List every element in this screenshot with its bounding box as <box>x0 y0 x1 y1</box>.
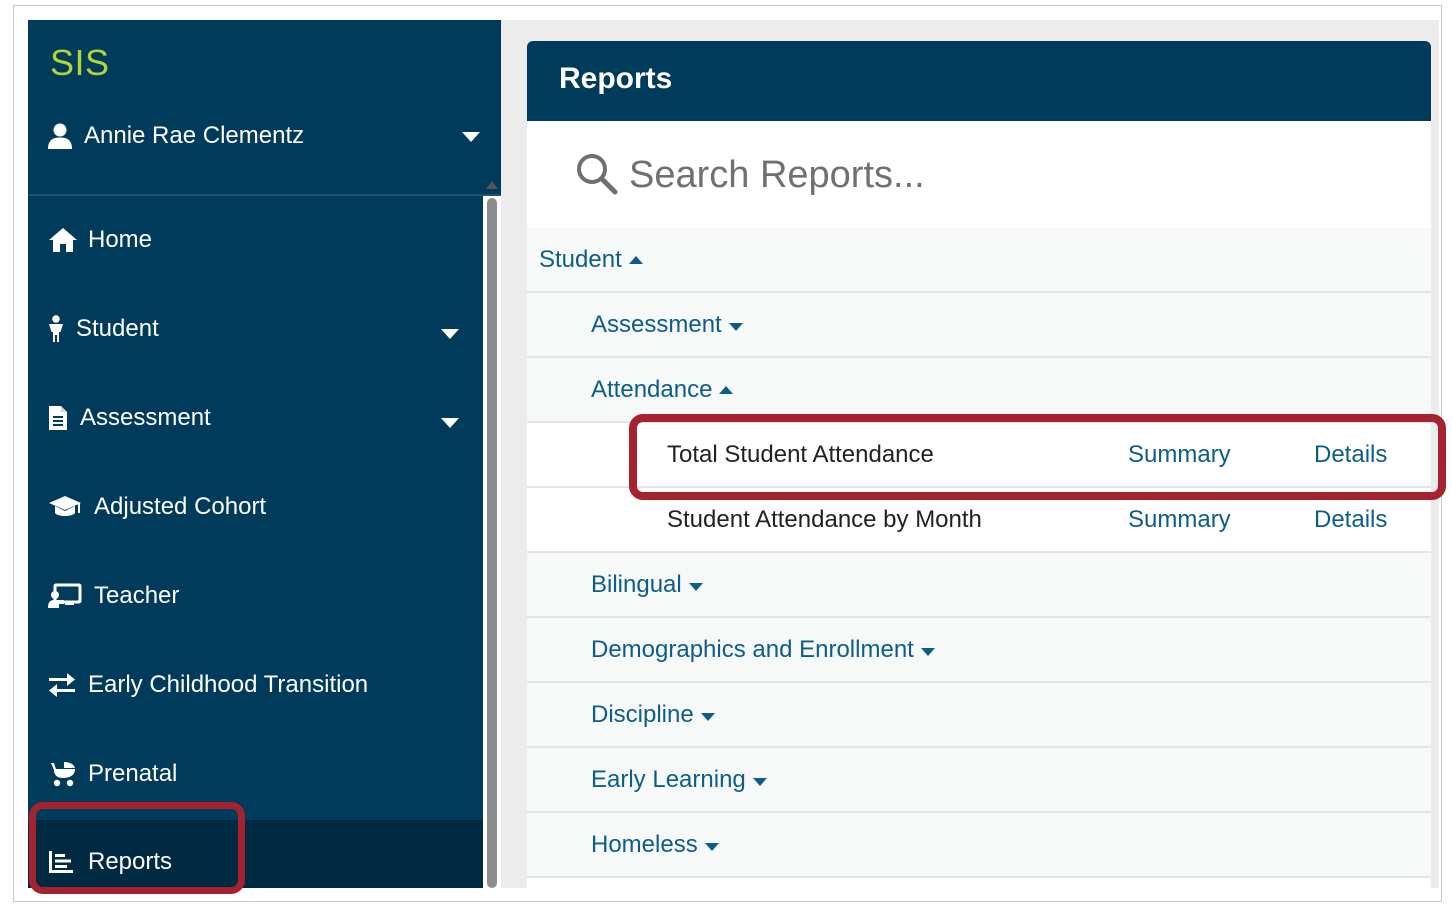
caret-down-icon <box>752 777 767 786</box>
total-attendance-highlight-annotation <box>629 414 1446 500</box>
graduation-cap-icon <box>48 492 86 522</box>
page-title: Reports <box>559 62 673 95</box>
brand-logo[interactable]: SIS <box>50 42 110 84</box>
home-icon <box>48 225 80 255</box>
report-details-link[interactable]: Details <box>1314 506 1387 534</box>
tree-group-label[interactable]: Attendance <box>591 376 734 404</box>
tree-group-label[interactable]: Assessment <box>591 311 743 339</box>
search-input[interactable] <box>627 148 1331 202</box>
sidebar-item-label: Prenatal <box>88 760 178 787</box>
sidebar-item-label: Assessment <box>80 404 211 431</box>
sidebar-nav: Home Student Assessment Adjusted Cohort … <box>28 196 483 888</box>
sidebar-item-label: Adjusted Cohort <box>94 493 267 520</box>
caret-down-icon <box>728 322 743 331</box>
sidebar: SIS Annie Rae Clementz Home Student Asse… <box>28 20 501 888</box>
sidebar-item-teacher[interactable]: Teacher <box>28 552 483 640</box>
group-label-text: Demographics and Enrollment <box>591 636 914 663</box>
sidebar-item-label: Teacher <box>94 582 180 609</box>
tree-group-label[interactable]: Discipline <box>591 701 715 729</box>
chevron-down-icon[interactable] <box>441 408 459 436</box>
sidebar-item-label: Student <box>76 315 159 342</box>
chevron-down-icon[interactable] <box>441 319 459 347</box>
caret-down-icon <box>688 582 703 591</box>
category-label-text: Student <box>539 246 622 273</box>
tree-group-early-learning[interactable]: Early Learning <box>527 748 1431 813</box>
group-label-text: Assessment <box>591 311 722 338</box>
tree-group-assessment[interactable]: Assessment <box>527 293 1431 358</box>
tree-group-label[interactable]: Bilingual <box>591 571 703 599</box>
sidebar-scrollbar-thumb[interactable] <box>487 198 497 888</box>
caret-down-icon <box>704 842 719 851</box>
tree-category-label[interactable]: Student <box>539 246 643 274</box>
panel-header: Reports <box>527 41 1431 121</box>
caret-up-icon <box>719 386 734 394</box>
tree-group-bilingual[interactable]: Bilingual <box>527 553 1431 618</box>
caret-up-icon <box>628 256 643 264</box>
group-label-text: Bilingual <box>591 571 682 598</box>
search-icon <box>575 152 619 201</box>
report-name: Student Attendance by Month <box>667 506 982 533</box>
reports-highlight-annotation <box>29 802 245 894</box>
sidebar-item-label: Early Childhood Transition <box>88 671 369 698</box>
tree-group-discipline[interactable]: Discipline <box>527 683 1431 748</box>
caret-down-icon <box>700 712 715 721</box>
tree-group-homeless[interactable]: Homeless <box>527 813 1431 878</box>
group-label-text: Attendance <box>591 376 713 403</box>
user-icon <box>48 121 74 151</box>
tree-category-student[interactable]: Student <box>527 228 1431 293</box>
search-bar <box>527 121 1431 229</box>
group-label-text: Early Learning <box>591 766 746 793</box>
group-label-text: Homeless <box>591 831 698 858</box>
child-icon <box>48 314 68 344</box>
sidebar-item-student[interactable]: Student <box>28 285 483 373</box>
exchange-arrows-icon <box>48 670 80 700</box>
tree-group-label[interactable]: Homeless <box>591 831 719 859</box>
sidebar-item-label: Home <box>88 226 153 253</box>
sidebar-item-early-childhood-transition[interactable]: Early Childhood Transition <box>28 641 483 729</box>
report-summary-link[interactable]: Summary <box>1128 506 1231 534</box>
sidebar-item-assessment[interactable]: Assessment <box>28 374 483 462</box>
tree-group-label[interactable]: Early Learning <box>591 766 767 794</box>
tree-group-demographics[interactable]: Demographics and Enrollment <box>527 618 1431 683</box>
tree-group-label[interactable]: Demographics and Enrollment <box>591 636 935 664</box>
scroll-up-arrow-icon[interactable] <box>486 181 498 189</box>
sidebar-item-adjusted-cohort[interactable]: Adjusted Cohort <box>28 463 483 551</box>
user-menu[interactable]: Annie Rae Clementz <box>48 118 480 154</box>
sidebar-item-home[interactable]: Home <box>28 196 483 284</box>
chalkboard-teacher-icon <box>48 581 86 611</box>
group-label-text: Discipline <box>591 701 694 728</box>
chevron-down-icon[interactable] <box>462 122 480 150</box>
baby-carriage-icon <box>48 759 80 789</box>
caret-down-icon <box>920 647 935 656</box>
document-icon <box>48 403 72 433</box>
user-name: Annie Rae Clementz <box>84 122 305 149</box>
